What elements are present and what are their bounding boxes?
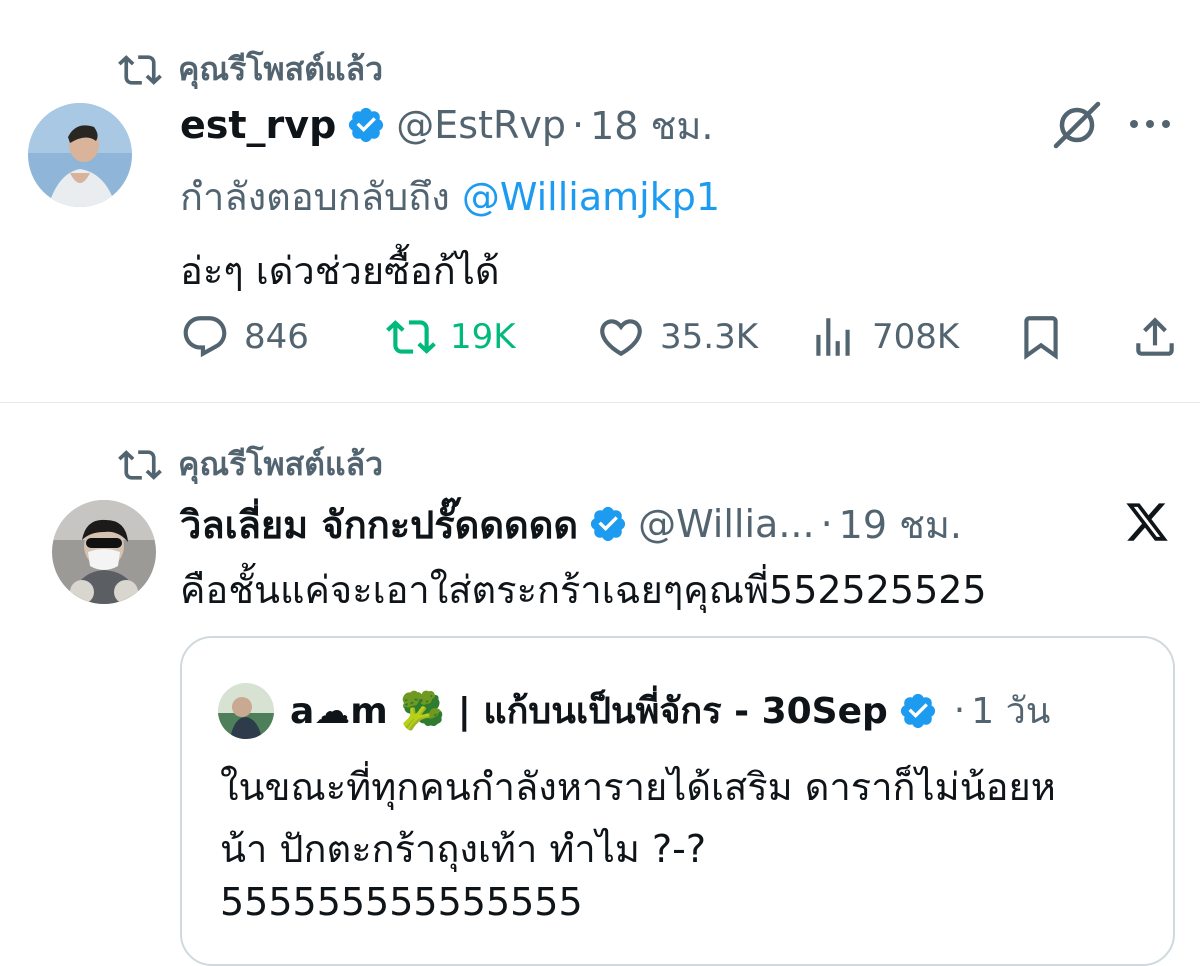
like-count: 35.3K bbox=[660, 317, 758, 357]
quote-text-line: 555555555555555 bbox=[220, 880, 583, 924]
quote-display-name[interactable]: a☁m 🥦 | แก้บนเป็นพี่จักร - 30Sep bbox=[290, 682, 888, 739]
reply-context: กำลังตอบกลับถึง @Williamjkp1 bbox=[180, 166, 720, 227]
tweet-card[interactable]: คุณรีโพสต์แล้ว วิลเลี่ยม จักกะปรั๊ดดดดด … bbox=[0, 403, 1200, 966]
bookmark-button[interactable] bbox=[1016, 312, 1066, 362]
user-handle[interactable]: @EstRvp bbox=[396, 103, 566, 147]
repost-icon bbox=[118, 54, 162, 85]
more-dots-icon[interactable] bbox=[1128, 112, 1172, 136]
repost-count: 19K bbox=[450, 317, 516, 357]
views-icon bbox=[816, 318, 850, 356]
quote-text-line: น้า ปักตะกร้าถุงเท้า ทำไม ?-? bbox=[220, 827, 707, 871]
quoted-tweet[interactable]: a☁m 🥦 | แก้บนเป็นพี่จักร - 30Sep · 1 วัน… bbox=[180, 636, 1175, 966]
display-name[interactable]: วิลเลี่ยม จักกะปรั๊ดดดดด bbox=[180, 494, 578, 555]
views-count: 708K bbox=[872, 317, 960, 357]
verified-badge-icon bbox=[346, 105, 386, 145]
timestamp[interactable]: 18 ชม. bbox=[590, 95, 713, 156]
action-bar: 846 19K 35.3K 708K bbox=[180, 312, 1180, 368]
user-handle[interactable]: @Willia... bbox=[638, 502, 815, 546]
repost-icon bbox=[118, 449, 162, 480]
x-logo-icon[interactable] bbox=[1124, 499, 1170, 545]
repost-icon bbox=[386, 320, 436, 354]
heart-icon bbox=[600, 319, 642, 357]
verified-badge-icon bbox=[898, 691, 938, 731]
repost-button[interactable]: 19K bbox=[386, 312, 516, 362]
display-name[interactable]: est_rvp bbox=[180, 103, 336, 147]
tweet-text: อ่ะๆ เด่วช่วยซื้อก้ได้ bbox=[180, 249, 500, 293]
reply-mention-link[interactable]: @Williamjkp1 bbox=[462, 175, 720, 219]
repost-context: คุณรีโพสต์แล้ว bbox=[118, 439, 383, 490]
views-button[interactable]: 708K bbox=[808, 312, 959, 362]
reply-icon bbox=[183, 316, 227, 358]
quote-text-line: ในขณะที่ทุกคนกำลังหารายได้เสริม ดาราก็ไม… bbox=[220, 765, 1056, 809]
share-button[interactable] bbox=[1130, 312, 1180, 362]
tweet-header: est_rvp @EstRvp · 18 ชม. bbox=[180, 98, 713, 152]
reply-button[interactable]: 846 bbox=[180, 312, 309, 362]
bookmark-icon bbox=[1024, 316, 1058, 360]
tweet-card[interactable]: คุณรีโพสต์แล้ว est_rvp @EstRvp · 18 ชม. bbox=[0, 0, 1200, 402]
repost-label: คุณรีโพสต์แล้ว bbox=[178, 50, 384, 88]
avatar[interactable] bbox=[218, 682, 274, 739]
avatar[interactable] bbox=[52, 500, 156, 604]
tweet-header: วิลเลี่ยม จักกะปรั๊ดดดดด @Willia... · 19… bbox=[180, 497, 962, 551]
share-icon bbox=[1136, 317, 1174, 356]
like-button[interactable]: 35.3K bbox=[596, 312, 758, 362]
verified-badge-icon bbox=[588, 504, 628, 544]
separator-dot: · bbox=[820, 502, 833, 546]
reply-count: 846 bbox=[244, 317, 309, 357]
tweet-text: คือชั้นแค่จะเอาใส่ตระกร้าเฉยๆคุณพี่55252… bbox=[180, 568, 987, 612]
separator-dot: · bbox=[572, 103, 585, 147]
separator-dot: · bbox=[953, 690, 966, 731]
timestamp[interactable]: 19 ชม. bbox=[839, 494, 962, 555]
repost-label: คุณรีโพสต์แล้ว bbox=[178, 445, 384, 483]
repost-context: คุณรีโพสต์แล้ว bbox=[118, 44, 383, 95]
quote-timestamp[interactable]: 1 วัน bbox=[971, 682, 1050, 739]
grok-icon[interactable] bbox=[1050, 100, 1104, 150]
quote-header: a☁m 🥦 | แก้บนเป็นพี่จักร - 30Sep · 1 วัน bbox=[218, 682, 1050, 739]
avatar[interactable] bbox=[28, 103, 132, 207]
reply-prefix: กำลังตอบกลับถึง bbox=[180, 175, 450, 219]
